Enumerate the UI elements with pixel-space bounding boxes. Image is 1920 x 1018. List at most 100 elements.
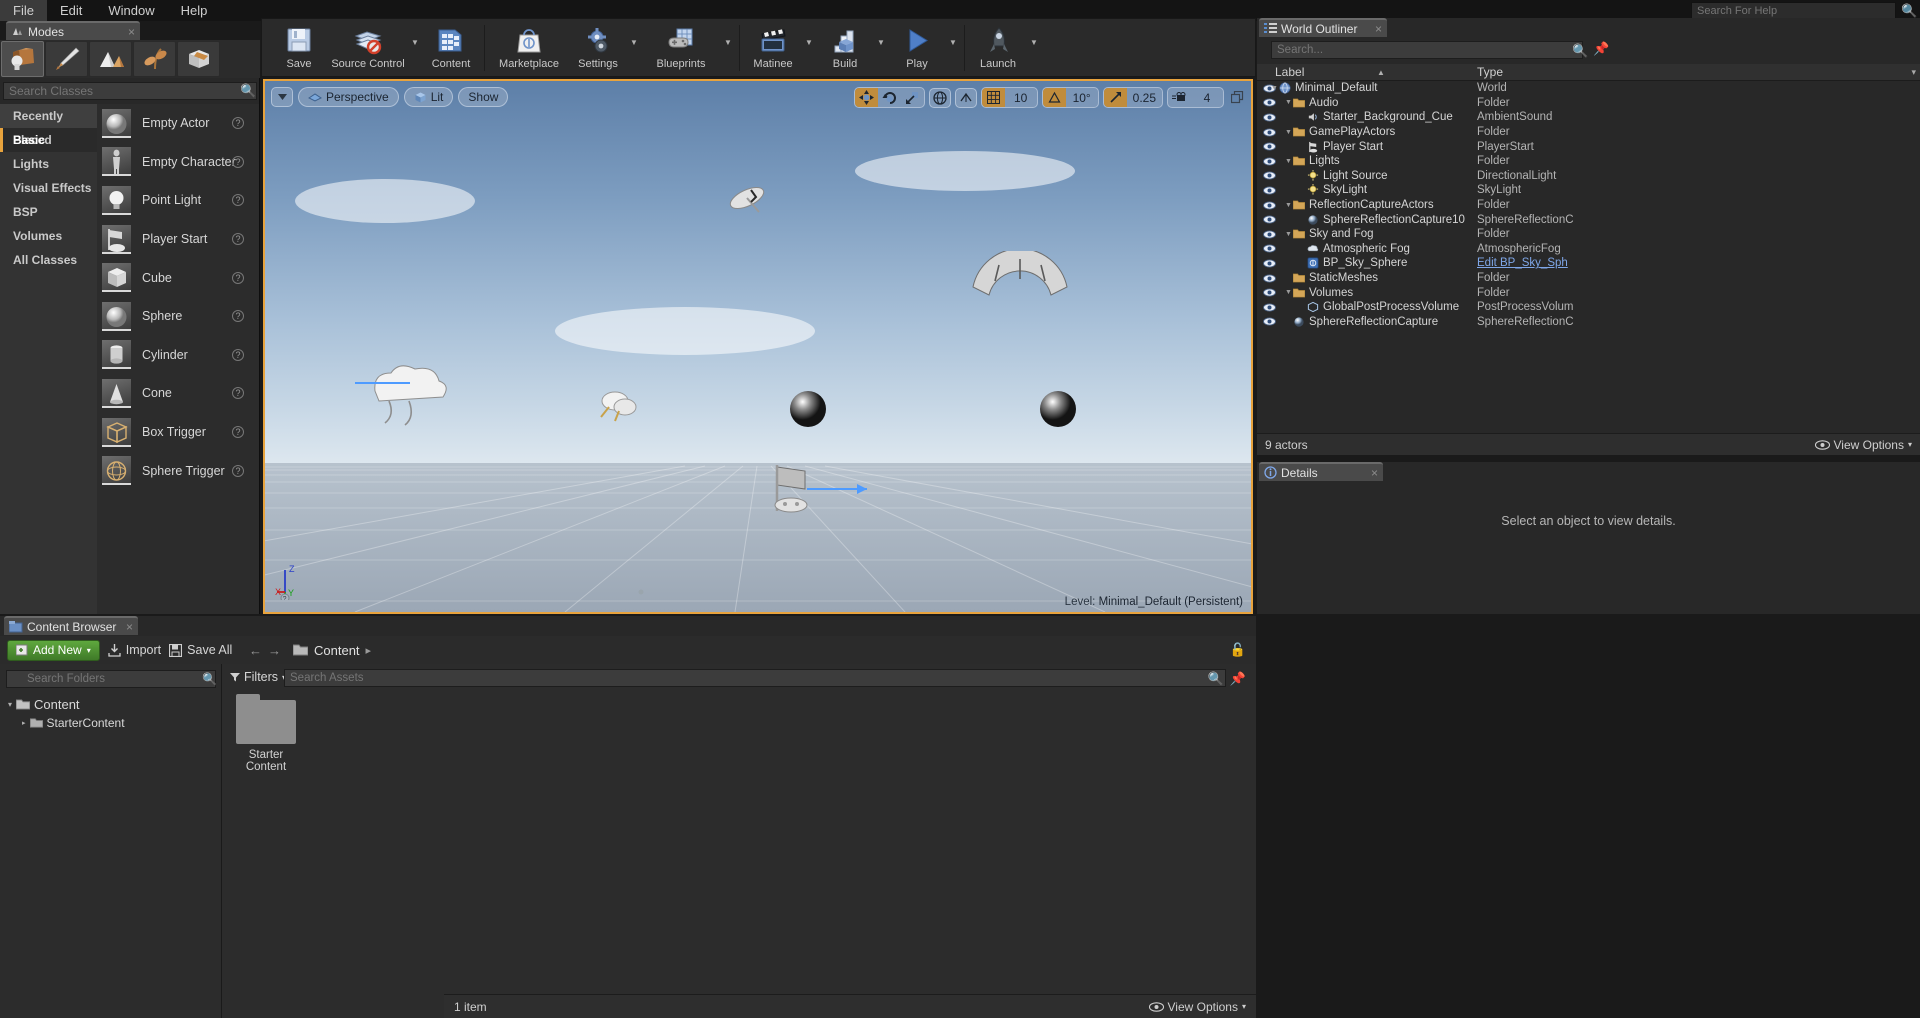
outliner-row[interactable]: ▼ Volumes Folder bbox=[1257, 285, 1920, 300]
maximize-viewport-button[interactable] bbox=[1228, 91, 1246, 104]
search-classes-input[interactable] bbox=[3, 82, 257, 100]
folder-search-input[interactable] bbox=[6, 670, 216, 688]
outliner-row[interactable]: Starter_Background_Cue AmbientSound bbox=[1257, 110, 1920, 125]
category-lights[interactable]: Lights bbox=[0, 152, 97, 176]
help-icon[interactable]: ? bbox=[232, 233, 244, 246]
visibility-eye-icon[interactable] bbox=[1263, 142, 1276, 151]
close-icon[interactable]: × bbox=[128, 25, 135, 39]
category-all-classes[interactable]: All Classes bbox=[0, 248, 97, 272]
outliner-row[interactable]: ▼ ReflectionCaptureActors Folder bbox=[1257, 198, 1920, 213]
asset-tile-starter-content[interactable]: Starter Content bbox=[232, 694, 300, 773]
visibility-eye-icon[interactable] bbox=[1263, 259, 1276, 268]
chevron-down-icon[interactable]: ▼ bbox=[946, 20, 960, 76]
category-recently-placed[interactable]: Recently Placed bbox=[0, 104, 97, 147]
category-bsp[interactable]: BSP bbox=[0, 200, 97, 224]
help-icon[interactable]: ? bbox=[232, 117, 244, 130]
chevron-down-icon[interactable]: ▼ bbox=[408, 20, 422, 76]
asset-view-pin-icon[interactable]: 📌 bbox=[1230, 671, 1246, 687]
expand-arrow-icon[interactable]: ▼ bbox=[1285, 289, 1292, 296]
details-tab[interactable]: Details × bbox=[1259, 462, 1383, 481]
placeable-cylinder[interactable]: Cylinder? bbox=[97, 336, 259, 375]
play-button[interactable]: Play bbox=[888, 20, 946, 76]
surface-snap-button[interactable] bbox=[954, 87, 977, 108]
help-search-input[interactable] bbox=[1691, 2, 1896, 19]
help-icon[interactable]: ? bbox=[232, 310, 244, 323]
directional-light-actor-icon[interactable] bbox=[595, 381, 645, 425]
show-menu-button[interactable]: Show bbox=[458, 87, 509, 107]
outliner-view-options-button[interactable]: View Options ▾ bbox=[1814, 438, 1912, 452]
visibility-eye-icon[interactable] bbox=[1263, 288, 1276, 297]
level-viewport[interactable]: Perspective Lit Show 10 10° 0.25 4 Level… bbox=[263, 79, 1253, 614]
filters-button[interactable]: Filters ▾ bbox=[230, 670, 286, 684]
menu-file[interactable]: File bbox=[0, 0, 47, 21]
modes-tab[interactable]: Modes × bbox=[6, 21, 140, 40]
chevron-down-icon[interactable]: ▼ bbox=[627, 20, 641, 76]
help-icon[interactable]: ? bbox=[232, 194, 244, 207]
outliner-search-input[interactable] bbox=[1271, 41, 1583, 59]
outliner-row[interactable]: BP_Sky_Sphere Edit BP_Sky_Sph bbox=[1257, 256, 1920, 271]
content-browser-tab[interactable]: Content Browser × bbox=[4, 616, 138, 635]
outliner-pin-icon[interactable]: 📌 bbox=[1593, 41, 1609, 57]
save-all-button[interactable]: Save All bbox=[169, 643, 232, 657]
visibility-eye-icon[interactable] bbox=[1263, 113, 1276, 122]
source-control-button[interactable]: Source Control bbox=[328, 20, 408, 76]
placeable-empty-character[interactable]: Empty Character? bbox=[97, 143, 259, 182]
chevron-down-icon[interactable]: ▾ bbox=[8, 700, 12, 709]
search-icon[interactable]: 🔍 bbox=[1572, 43, 1588, 59]
help-icon[interactable]: ? bbox=[232, 387, 244, 400]
expand-arrow-icon[interactable]: ▼ bbox=[1271, 85, 1278, 92]
angle-snap-value[interactable]: 10° bbox=[1066, 88, 1098, 107]
lock-icon[interactable]: 🔓 bbox=[1230, 642, 1246, 658]
placeable-cube[interactable]: Cube? bbox=[97, 258, 259, 297]
reflection-capture-actor-icon[interactable] bbox=[965, 251, 1075, 321]
outliner-row[interactable]: Light Source DirectionalLight bbox=[1257, 169, 1920, 184]
translate-gizmo-button[interactable] bbox=[854, 88, 878, 107]
content-button[interactable]: Content bbox=[422, 20, 480, 76]
menu-help[interactable]: Help bbox=[168, 0, 221, 21]
help-icon[interactable]: ? bbox=[232, 464, 244, 477]
close-icon[interactable]: × bbox=[126, 620, 133, 634]
world-coordinate-button[interactable] bbox=[928, 87, 951, 108]
sphere-reflection-capture-icon[interactable] bbox=[785, 386, 831, 432]
chevron-right-icon[interactable]: ▸ bbox=[22, 719, 26, 727]
category-volumes[interactable]: Volumes bbox=[0, 224, 97, 248]
column-type[interactable]: Type bbox=[1477, 65, 1503, 79]
expand-arrow-icon[interactable]: ▼ bbox=[1285, 202, 1292, 209]
help-icon[interactable]: ? bbox=[232, 155, 244, 168]
content-view-options-button[interactable]: View Options ▾ bbox=[1148, 1000, 1246, 1014]
visibility-eye-icon[interactable] bbox=[1263, 303, 1276, 312]
camera-speed-icon[interactable] bbox=[1168, 88, 1191, 107]
launch-button[interactable]: Launch bbox=[969, 20, 1027, 76]
breadcrumb-content[interactable]: Content bbox=[314, 643, 360, 658]
visibility-eye-icon[interactable] bbox=[1263, 98, 1276, 107]
expand-arrow-icon[interactable]: ▼ bbox=[1285, 158, 1292, 165]
build-button[interactable]: Build bbox=[816, 20, 874, 76]
forward-icon[interactable]: → bbox=[268, 643, 281, 658]
placeable-box-trigger[interactable]: Box Trigger? bbox=[97, 413, 259, 452]
geometry-mode-button[interactable] bbox=[177, 41, 220, 77]
scale-snap-toggle[interactable] bbox=[1103, 88, 1127, 107]
expand-arrow-icon[interactable]: ▼ bbox=[1285, 129, 1292, 136]
ambient-sound-actor-icon[interactable] bbox=[635, 586, 647, 598]
scale-snap-value[interactable]: 0.25 bbox=[1127, 88, 1162, 107]
category-visual-effects[interactable]: Visual Effects bbox=[0, 176, 97, 200]
grid-snap-toggle[interactable] bbox=[981, 88, 1005, 107]
visibility-eye-icon[interactable] bbox=[1263, 244, 1276, 253]
close-icon[interactable]: × bbox=[1371, 466, 1378, 480]
view-mode-button[interactable]: Lit bbox=[403, 87, 454, 107]
placeable-player-start[interactable]: Player Start? bbox=[97, 220, 259, 259]
grid-snap-value[interactable]: 10 bbox=[1005, 88, 1037, 107]
blueprints-button[interactable]: Blueprints bbox=[641, 20, 721, 76]
outliner-row[interactable]: ▼ Sky and Fog Folder bbox=[1257, 227, 1920, 242]
chevron-down-icon[interactable]: ▼ bbox=[802, 20, 816, 76]
visibility-eye-icon[interactable] bbox=[1263, 171, 1276, 180]
expand-arrow-icon[interactable]: ▼ bbox=[1285, 99, 1292, 106]
marketplace-button[interactable]: Marketplace bbox=[489, 20, 569, 76]
search-icon[interactable]: 🔍 bbox=[1901, 3, 1917, 18]
chevron-down-icon[interactable]: ▼ bbox=[1027, 20, 1041, 76]
expand-arrow-icon[interactable]: ▼ bbox=[1285, 231, 1292, 238]
outliner-row[interactable]: SphereReflectionCapture10 SphereReflectio… bbox=[1257, 212, 1920, 227]
sphere-reflection-capture-icon-2[interactable] bbox=[1035, 386, 1081, 432]
chevron-down-icon[interactable]: ▼ bbox=[874, 20, 888, 76]
outliner-row[interactable]: Atmospheric Fog AtmosphericFog bbox=[1257, 242, 1920, 257]
